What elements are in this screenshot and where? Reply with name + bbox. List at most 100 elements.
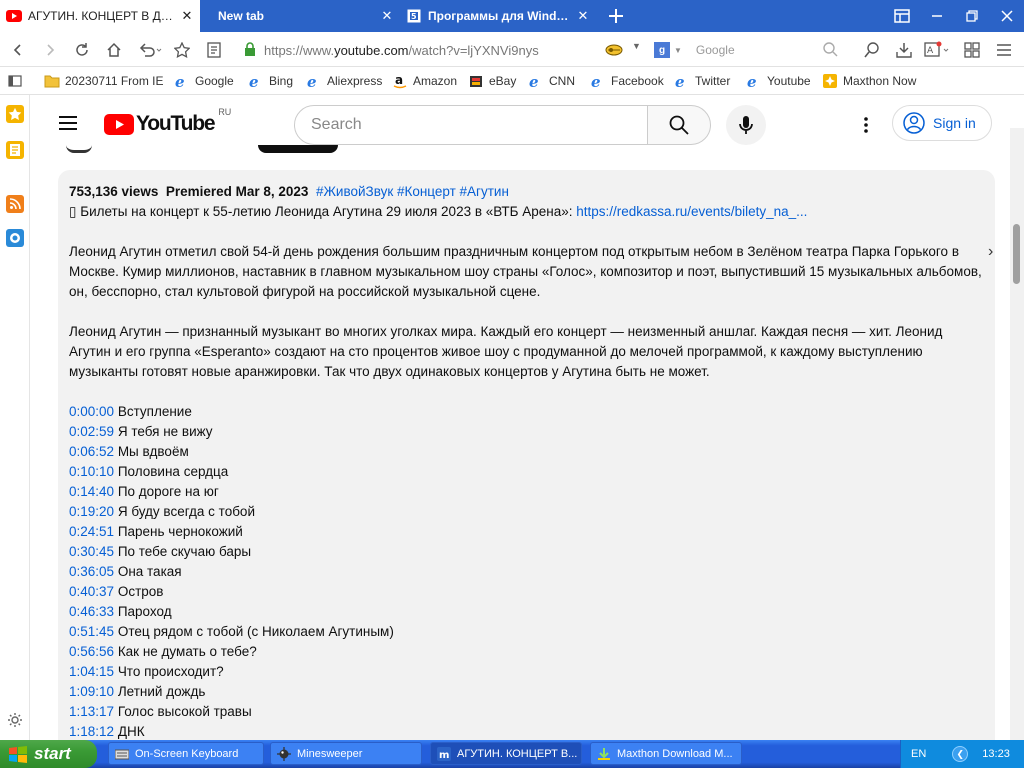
chapter-title: По дороге на юг	[117, 484, 219, 499]
extensions-button[interactable]	[962, 40, 982, 60]
taskbar-minesweeper[interactable]: Minesweeper	[270, 742, 422, 765]
reload-button[interactable]	[72, 40, 92, 60]
chapter-timestamp[interactable]: 0:40:37	[69, 584, 114, 599]
chapter-timestamp[interactable]: 0:14:40	[69, 484, 114, 499]
taskbar-item-label: Maxthon Download M...	[617, 747, 733, 760]
chevron-down-icon[interactable]: ▼	[632, 41, 641, 51]
search-engine-box[interactable]: g ▼ Google	[654, 39, 844, 61]
chapter-timestamp[interactable]: 0:19:20	[69, 504, 114, 519]
chapter-title: Остров	[117, 584, 164, 599]
tab-youtube[interactable]: АГУТИН. КОНЦЕРТ В ДЕН ✕	[0, 0, 200, 32]
translate-button[interactable]: A	[924, 40, 952, 60]
close-icon[interactable]: ✕	[380, 8, 394, 24]
chapter-title: Я буду всегда с тобой	[117, 504, 255, 519]
bookmark-twitter[interactable]: e Twitter	[674, 73, 730, 89]
chapter-timestamp[interactable]: 1:18:12	[69, 724, 114, 739]
more-options-icon[interactable]	[854, 113, 878, 137]
home-button[interactable]	[104, 40, 124, 60]
bookmarks-sidebar-toggle[interactable]	[8, 73, 22, 89]
clock: 13:23	[982, 748, 1010, 760]
favorite-button[interactable]	[172, 40, 192, 60]
chapter-timestamp[interactable]: 1:09:10	[69, 684, 114, 699]
video-description[interactable]: 753,136 views Premiered Mar 8, 2023 #Жив…	[58, 170, 995, 740]
tooltip-cursor: ›	[988, 243, 994, 260]
chapter-title: Отец рядом с тобой (с Николаем Агутиным)	[117, 624, 394, 639]
chapter-timestamp[interactable]: 0:10:10	[69, 464, 114, 479]
bookmark-folder[interactable]: 20230711 From IE	[44, 73, 164, 89]
chapter-timestamp[interactable]: 0:56:56	[69, 644, 114, 659]
chapter-timestamp[interactable]: 0:00:00	[69, 404, 114, 419]
scrollbar-thumb[interactable]	[1013, 224, 1020, 284]
menu-button[interactable]	[994, 40, 1014, 60]
windows-taskbar: start On-Screen Keyboard Minesweeper m А…	[0, 740, 1024, 768]
language-indicator[interactable]: EN	[911, 748, 926, 760]
address-bar[interactable]: https://www. youtube.com/watch?v=ljYXNVi9…	[244, 39, 644, 61]
taskbar-maxthon-download[interactable]: Maxthon Download M...	[590, 742, 742, 765]
chapter-row: 1:13:17 Голос высокой травы	[69, 702, 984, 722]
svg-text:e: e	[307, 73, 317, 89]
extension-icon[interactable]	[604, 41, 624, 62]
youtube-search-button[interactable]	[647, 105, 711, 145]
youtube-search-input[interactable]: Search	[294, 105, 648, 145]
bookmark-cnn[interactable]: e CNN	[528, 73, 575, 89]
bookmark-youtube[interactable]: e Youtube	[746, 73, 811, 89]
close-icon[interactable]: ✕	[180, 8, 194, 24]
tray-arrow-icon[interactable]: ❮	[952, 746, 969, 762]
download-button[interactable]	[894, 40, 914, 60]
chapter-timestamp[interactable]: 1:04:15	[69, 664, 114, 679]
settings-gear-icon[interactable]	[6, 711, 24, 729]
svg-text:5: 5	[411, 12, 417, 21]
undo-button[interactable]	[136, 40, 164, 60]
tab-programs[interactable]: 5 Программы для Windows ✕	[400, 0, 596, 32]
ie-icon: e	[590, 73, 606, 89]
taskbar-maxthon-youtube[interactable]: m АГУТИН. КОНЦЕРТ В...	[430, 742, 582, 765]
page-scrollbar[interactable]	[1010, 128, 1024, 740]
svg-text:m: m	[439, 750, 449, 761]
chapter-title: Я тебя не вижу	[117, 424, 213, 439]
chapter-timestamp[interactable]: 0:30:45	[69, 544, 114, 559]
tickets-link[interactable]: https://redkassa.ru/events/bilety_na_...	[576, 204, 807, 219]
notes-icon[interactable]	[6, 141, 24, 159]
chapter-timestamp[interactable]: 1:13:17	[69, 704, 114, 719]
chapter-timestamp[interactable]: 0:06:52	[69, 444, 114, 459]
tab-new-tab[interactable]: New tab ✕	[200, 0, 400, 32]
search-icon[interactable]	[822, 41, 838, 60]
minimize-button[interactable]	[920, 0, 954, 32]
chapter-timestamp[interactable]: 0:24:51	[69, 524, 114, 539]
bookmark-facebook[interactable]: e Facebook	[590, 73, 664, 89]
rss-icon[interactable]	[6, 195, 24, 213]
back-button[interactable]	[8, 40, 28, 60]
reload-icon	[76, 43, 88, 56]
chapter-timestamp[interactable]: 0:51:45	[69, 624, 114, 639]
start-button[interactable]: start	[0, 740, 97, 768]
bookmark-google[interactable]: e Google	[174, 73, 234, 89]
search-engine-placeholder: Google	[695, 43, 735, 57]
close-window-button[interactable]	[990, 0, 1024, 32]
chapter-row: 0:24:51 Парень чернокожий	[69, 522, 984, 542]
restore-button[interactable]	[955, 0, 989, 32]
bookmark-amazon[interactable]: a Amazon	[392, 73, 457, 89]
skin-icon[interactable]	[6, 229, 24, 247]
youtube-logo[interactable]: YouTube RU	[104, 107, 231, 137]
bookmark-bing[interactable]: e Bing	[248, 73, 293, 89]
reader-button[interactable]	[204, 40, 224, 60]
start-label: start	[34, 744, 71, 763]
chapter-timestamp[interactable]: 0:46:33	[69, 604, 114, 619]
bookmark-maxthon-now[interactable]: Maxthon Now	[822, 73, 916, 89]
sign-in-button[interactable]: Sign in	[892, 105, 992, 141]
taskbar-on-screen-keyboard[interactable]: On-Screen Keyboard	[108, 742, 264, 765]
close-icon[interactable]: ✕	[576, 8, 590, 24]
forward-button[interactable]	[40, 40, 60, 60]
sidebar-toggle-icon[interactable]	[885, 0, 919, 32]
bookmark-aliexpress[interactable]: e Aliexpress	[306, 73, 382, 89]
voice-search-button[interactable]	[726, 105, 766, 145]
favorites-star-icon[interactable]	[6, 105, 24, 123]
hamburger-menu-icon[interactable]	[58, 115, 80, 133]
chapter-timestamp[interactable]: 0:36:05	[69, 564, 114, 579]
hashtags[interactable]: #ЖивойЗвук #Концерт #Агутин	[316, 184, 509, 199]
chapter-timestamp[interactable]: 0:02:59	[69, 424, 114, 439]
inspect-button[interactable]	[862, 40, 882, 60]
new-tab-button[interactable]	[596, 0, 636, 32]
bookmark-label: Youtube	[767, 74, 811, 88]
bookmark-ebay[interactable]: eBay	[468, 73, 516, 89]
